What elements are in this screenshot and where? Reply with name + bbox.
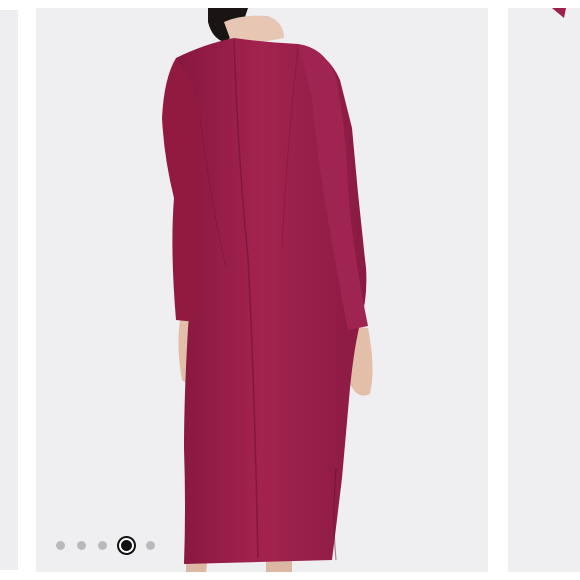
- pagination-dot[interactable]: [56, 540, 65, 550]
- dress-back-view-image: [162, 8, 373, 572]
- main-product-image[interactable]: [36, 8, 488, 572]
- next-image-thumbnail: [552, 8, 566, 18]
- carousel-pagination: [56, 537, 155, 553]
- previous-slide-peek[interactable]: [0, 10, 18, 570]
- next-slide-peek[interactable]: [508, 8, 580, 572]
- pagination-dot-active[interactable]: [119, 537, 134, 553]
- product-image-carousel: [0, 0, 580, 580]
- pagination-dot[interactable]: [146, 540, 155, 550]
- pagination-dot[interactable]: [98, 540, 107, 550]
- pagination-dot[interactable]: [77, 540, 86, 550]
